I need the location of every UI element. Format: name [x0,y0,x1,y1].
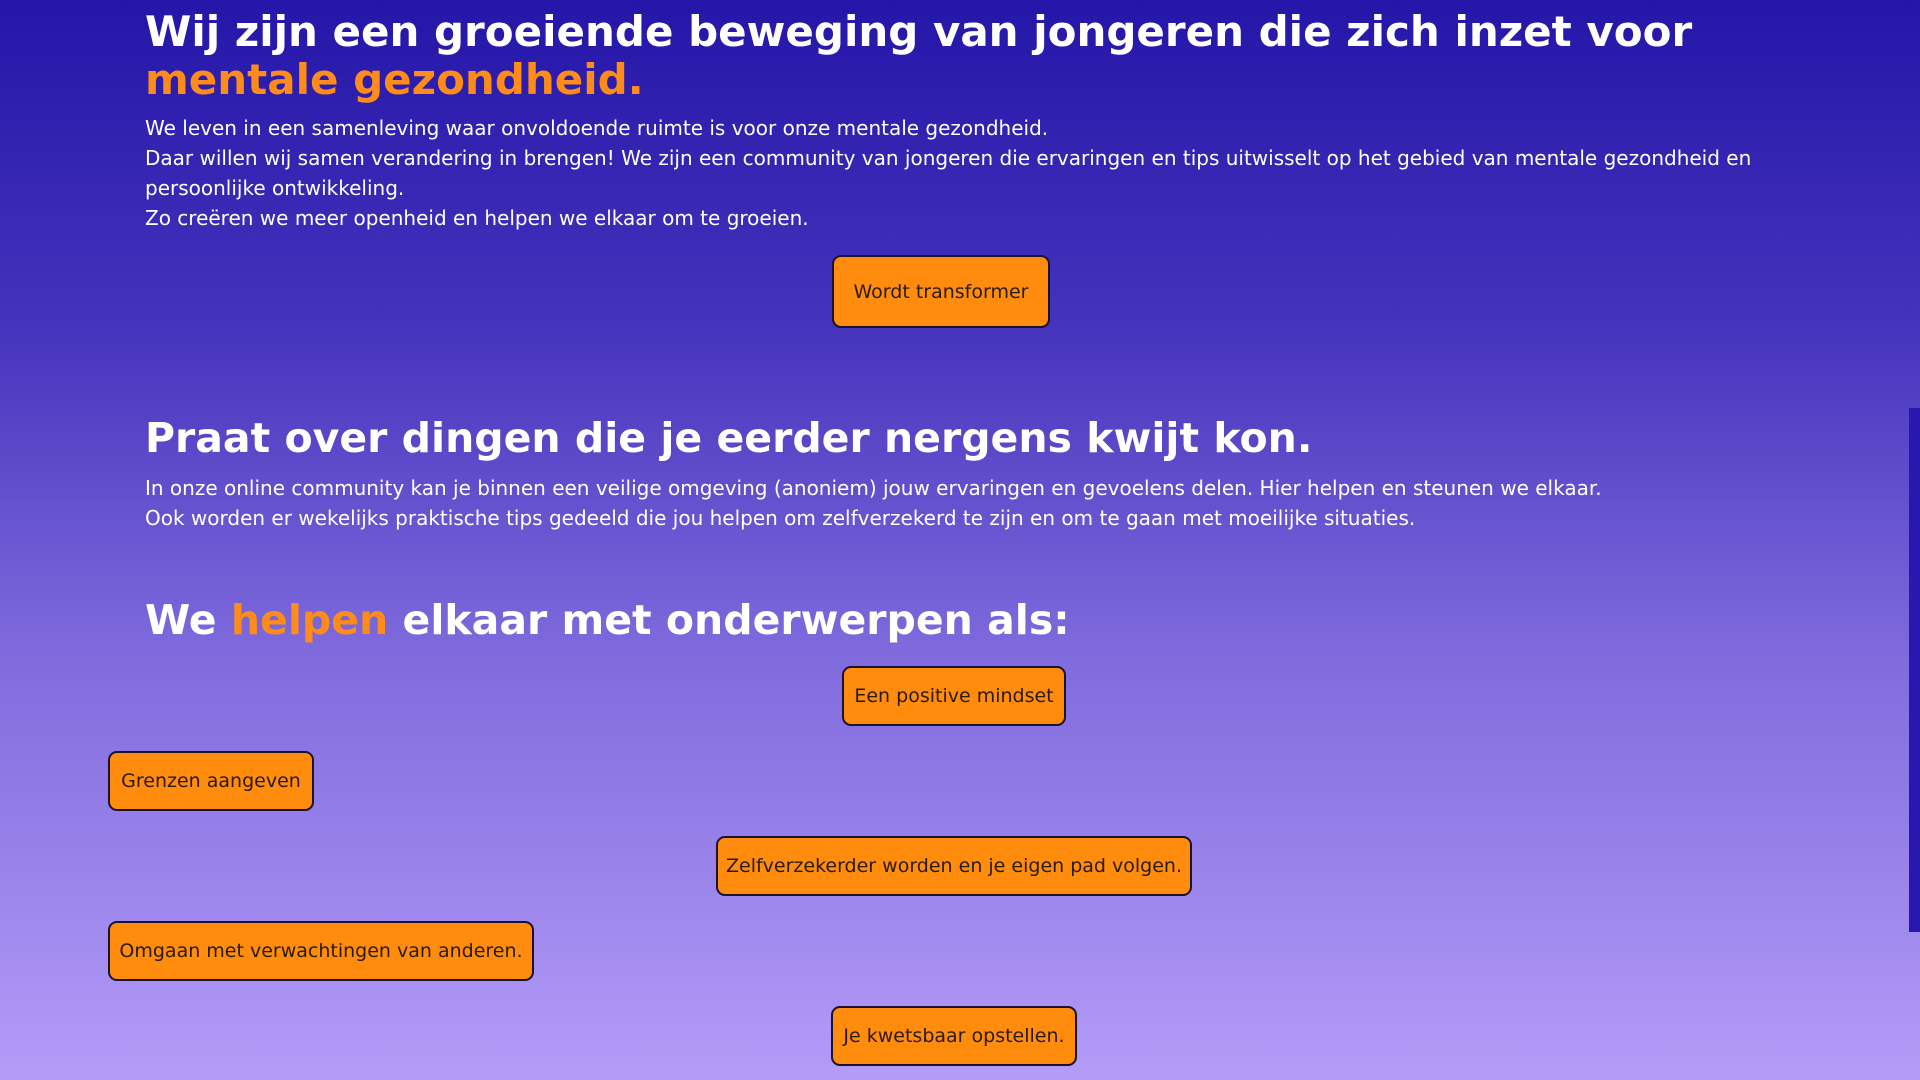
community-title: Praat over dingen die je eerder nergens … [145,414,1313,462]
hero-title-main: Wij zijn een groeiende beweging van jong… [145,7,1693,56]
hero-paragraph: Daar willen wij samen verandering in bre… [145,146,1752,200]
hero-title-accent: mentale gezondheid. [145,55,644,104]
topic-boundaries-button[interactable]: Grenzen aangeven [108,751,314,811]
topic-confidence-button[interactable]: Zelfverzekerder worden en je eigen pad v… [716,836,1192,896]
topic-positive-mindset-button[interactable]: Een positive mindset [842,666,1066,726]
hero-text: We leven in een samenleving waar onvoldo… [145,113,1785,233]
topics-title-before: We [145,596,231,644]
topics-title: We helpen elkaar met onderwerpen als: [145,596,1070,644]
main-content: Wij zijn een groeiende beweging van jong… [0,0,1909,1080]
topics-title-after: elkaar met onderwerpen als: [388,596,1070,644]
community-paragraph: In onze online community kan je binnen e… [145,476,1602,500]
become-transformer-button[interactable]: Wordt transformer [832,255,1050,328]
topic-vulnerability-button[interactable]: Je kwetsbaar opstellen. [831,1006,1077,1066]
community-paragraph: Ook worden er wekelijks praktische tips … [145,506,1416,530]
hero-title: Wij zijn een groeiende beweging van jong… [145,8,1745,104]
community-text: In onze online community kan je binnen e… [145,473,1785,533]
scrollbar-thumb[interactable] [1909,408,1920,932]
hero-paragraph: We leven in een samenleving waar onvoldo… [145,116,1049,140]
hero-paragraph: Zo creëren we meer openheid en helpen we… [145,206,809,230]
topics-title-accent: helpen [230,596,389,644]
topic-expectations-button[interactable]: Omgaan met verwachtingen van anderen. [108,921,534,981]
page-scrollbar[interactable] [1909,0,1920,1080]
